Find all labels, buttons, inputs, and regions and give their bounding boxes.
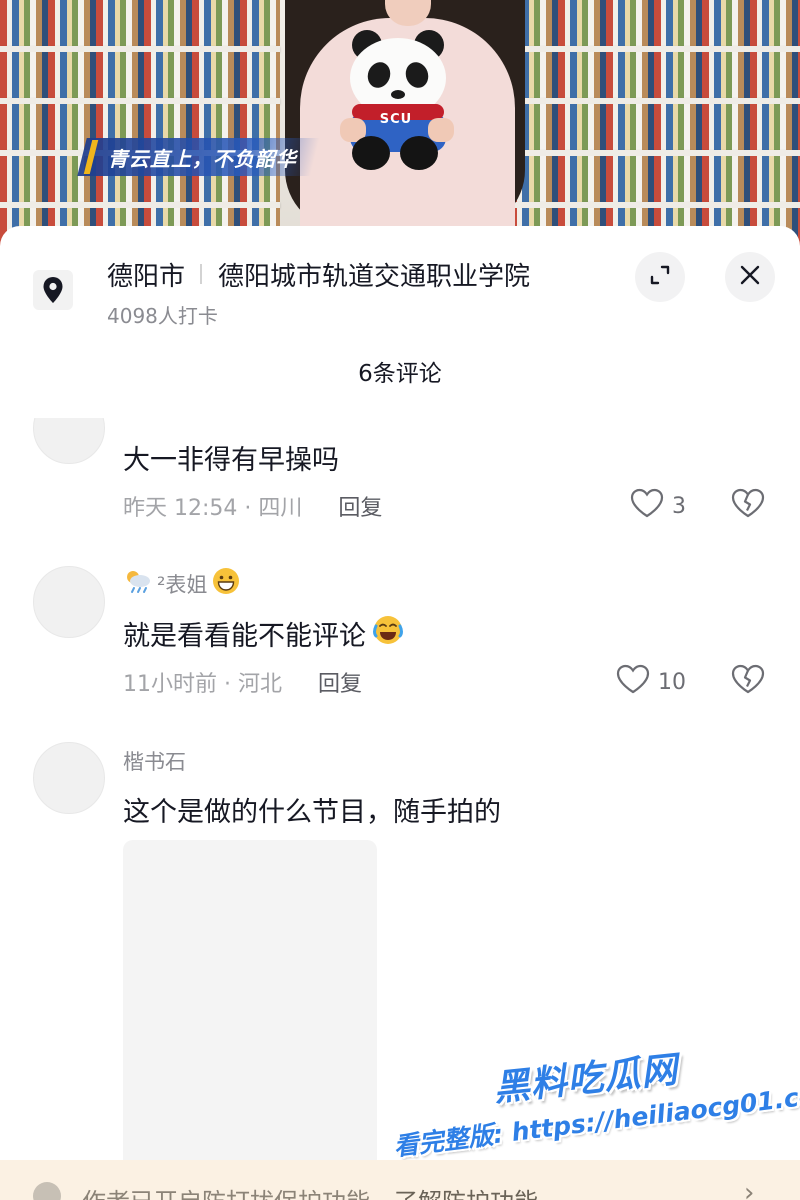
comment-count-title: 6条评论: [358, 361, 442, 387]
crying-laugh-emoji-icon: [372, 614, 404, 653]
expand-button[interactable]: [635, 252, 685, 302]
comment-page: SCU 青云直上，不负韶华 德阳市 德阳城市轨道交通职业学院 4098人打卡 6…: [0, 0, 800, 1200]
comment-text-content: 就是看看能不能评论: [123, 621, 366, 652]
hand: [428, 118, 454, 142]
video-caption-banner: 青云直上，不负韶华: [77, 138, 320, 176]
location-checkin-count: 4098人打卡: [107, 304, 218, 328]
video-caption-text: 青云直上，不负韶华: [108, 146, 297, 171]
comment-text: 这个是做的什么节目，随手拍的: [123, 797, 501, 828]
video-player[interactable]: SCU 青云直上，不负韶华: [0, 0, 800, 250]
user-avatar[interactable]: [33, 742, 105, 814]
comment-time-location: 11小时前 · 河北: [123, 672, 282, 697]
broken-heart-icon: [731, 664, 765, 698]
like-count: 10: [658, 669, 686, 695]
close-button[interactable]: [725, 252, 775, 302]
bookshelf-right: [510, 0, 800, 250]
location-bar[interactable]: 德阳市 德阳城市轨道交通职业学院 4098人打卡: [0, 226, 800, 336]
panda-paw: [400, 136, 438, 170]
panda-paw: [352, 136, 390, 170]
location-pin-icon: [33, 270, 73, 310]
like-button[interactable]: 10: [616, 664, 686, 700]
weather-icon: [123, 568, 153, 599]
heart-icon: [616, 664, 650, 700]
close-icon: [739, 264, 761, 290]
dislike-button[interactable]: [731, 664, 765, 698]
panda-nose: [391, 90, 405, 99]
comment-sheet: 德阳市 德阳城市轨道交通职业学院 4098人打卡 6条评论 大一非得有早操吗 昨…: [0, 226, 800, 1200]
user-avatar[interactable]: [33, 566, 105, 638]
grin-emoji-icon: [211, 566, 241, 601]
username-text: ²表姐: [157, 572, 208, 597]
info-icon: [33, 1182, 61, 1200]
chevron-right-icon: ›: [744, 1178, 755, 1200]
dislike-button[interactable]: [731, 488, 765, 522]
location-name: 德阳城市轨道交通职业学院: [218, 262, 531, 292]
user-avatar[interactable]: [33, 418, 105, 464]
like-count: 3: [672, 493, 686, 519]
comment-text: 大一非得有早操吗: [123, 445, 339, 476]
location-divider: [200, 264, 202, 284]
expand-icon: [649, 264, 671, 290]
notice-message: 作者已开启防打扰保护功能: [82, 1188, 370, 1200]
comment-image[interactable]: [123, 840, 377, 1170]
comment-time-location: 昨天 12:54 · 四川: [123, 496, 303, 521]
panda-shirt-text: SCU: [379, 112, 413, 127]
reply-button[interactable]: 回复: [318, 666, 362, 698]
broken-heart-icon: [731, 488, 765, 522]
comment-username[interactable]: ²表姐: [123, 566, 241, 601]
comment-username[interactable]: 楷书石: [123, 746, 186, 776]
reply-button[interactable]: 回复: [338, 490, 382, 522]
comment-meta: 昨天 12:54 · 四川 回复: [123, 490, 382, 522]
bookshelf-left: [0, 0, 280, 250]
heart-icon: [630, 488, 664, 524]
comment-text: 就是看看能不能评论: [123, 614, 404, 653]
protection-notice-bar[interactable]: 作者已开启防打扰保护功能 了解防护功能 ›: [0, 1160, 800, 1200]
learn-protection-link[interactable]: 了解防护功能: [394, 1188, 538, 1200]
location-city: 德阳市: [107, 262, 186, 292]
comment-meta: 11小时前 · 河北 回复: [123, 666, 362, 698]
username-text: 楷书石: [123, 750, 186, 774]
like-button[interactable]: 3: [630, 488, 686, 524]
notice-text: 作者已开启防打扰保护功能 了解防护功能: [82, 1182, 538, 1200]
